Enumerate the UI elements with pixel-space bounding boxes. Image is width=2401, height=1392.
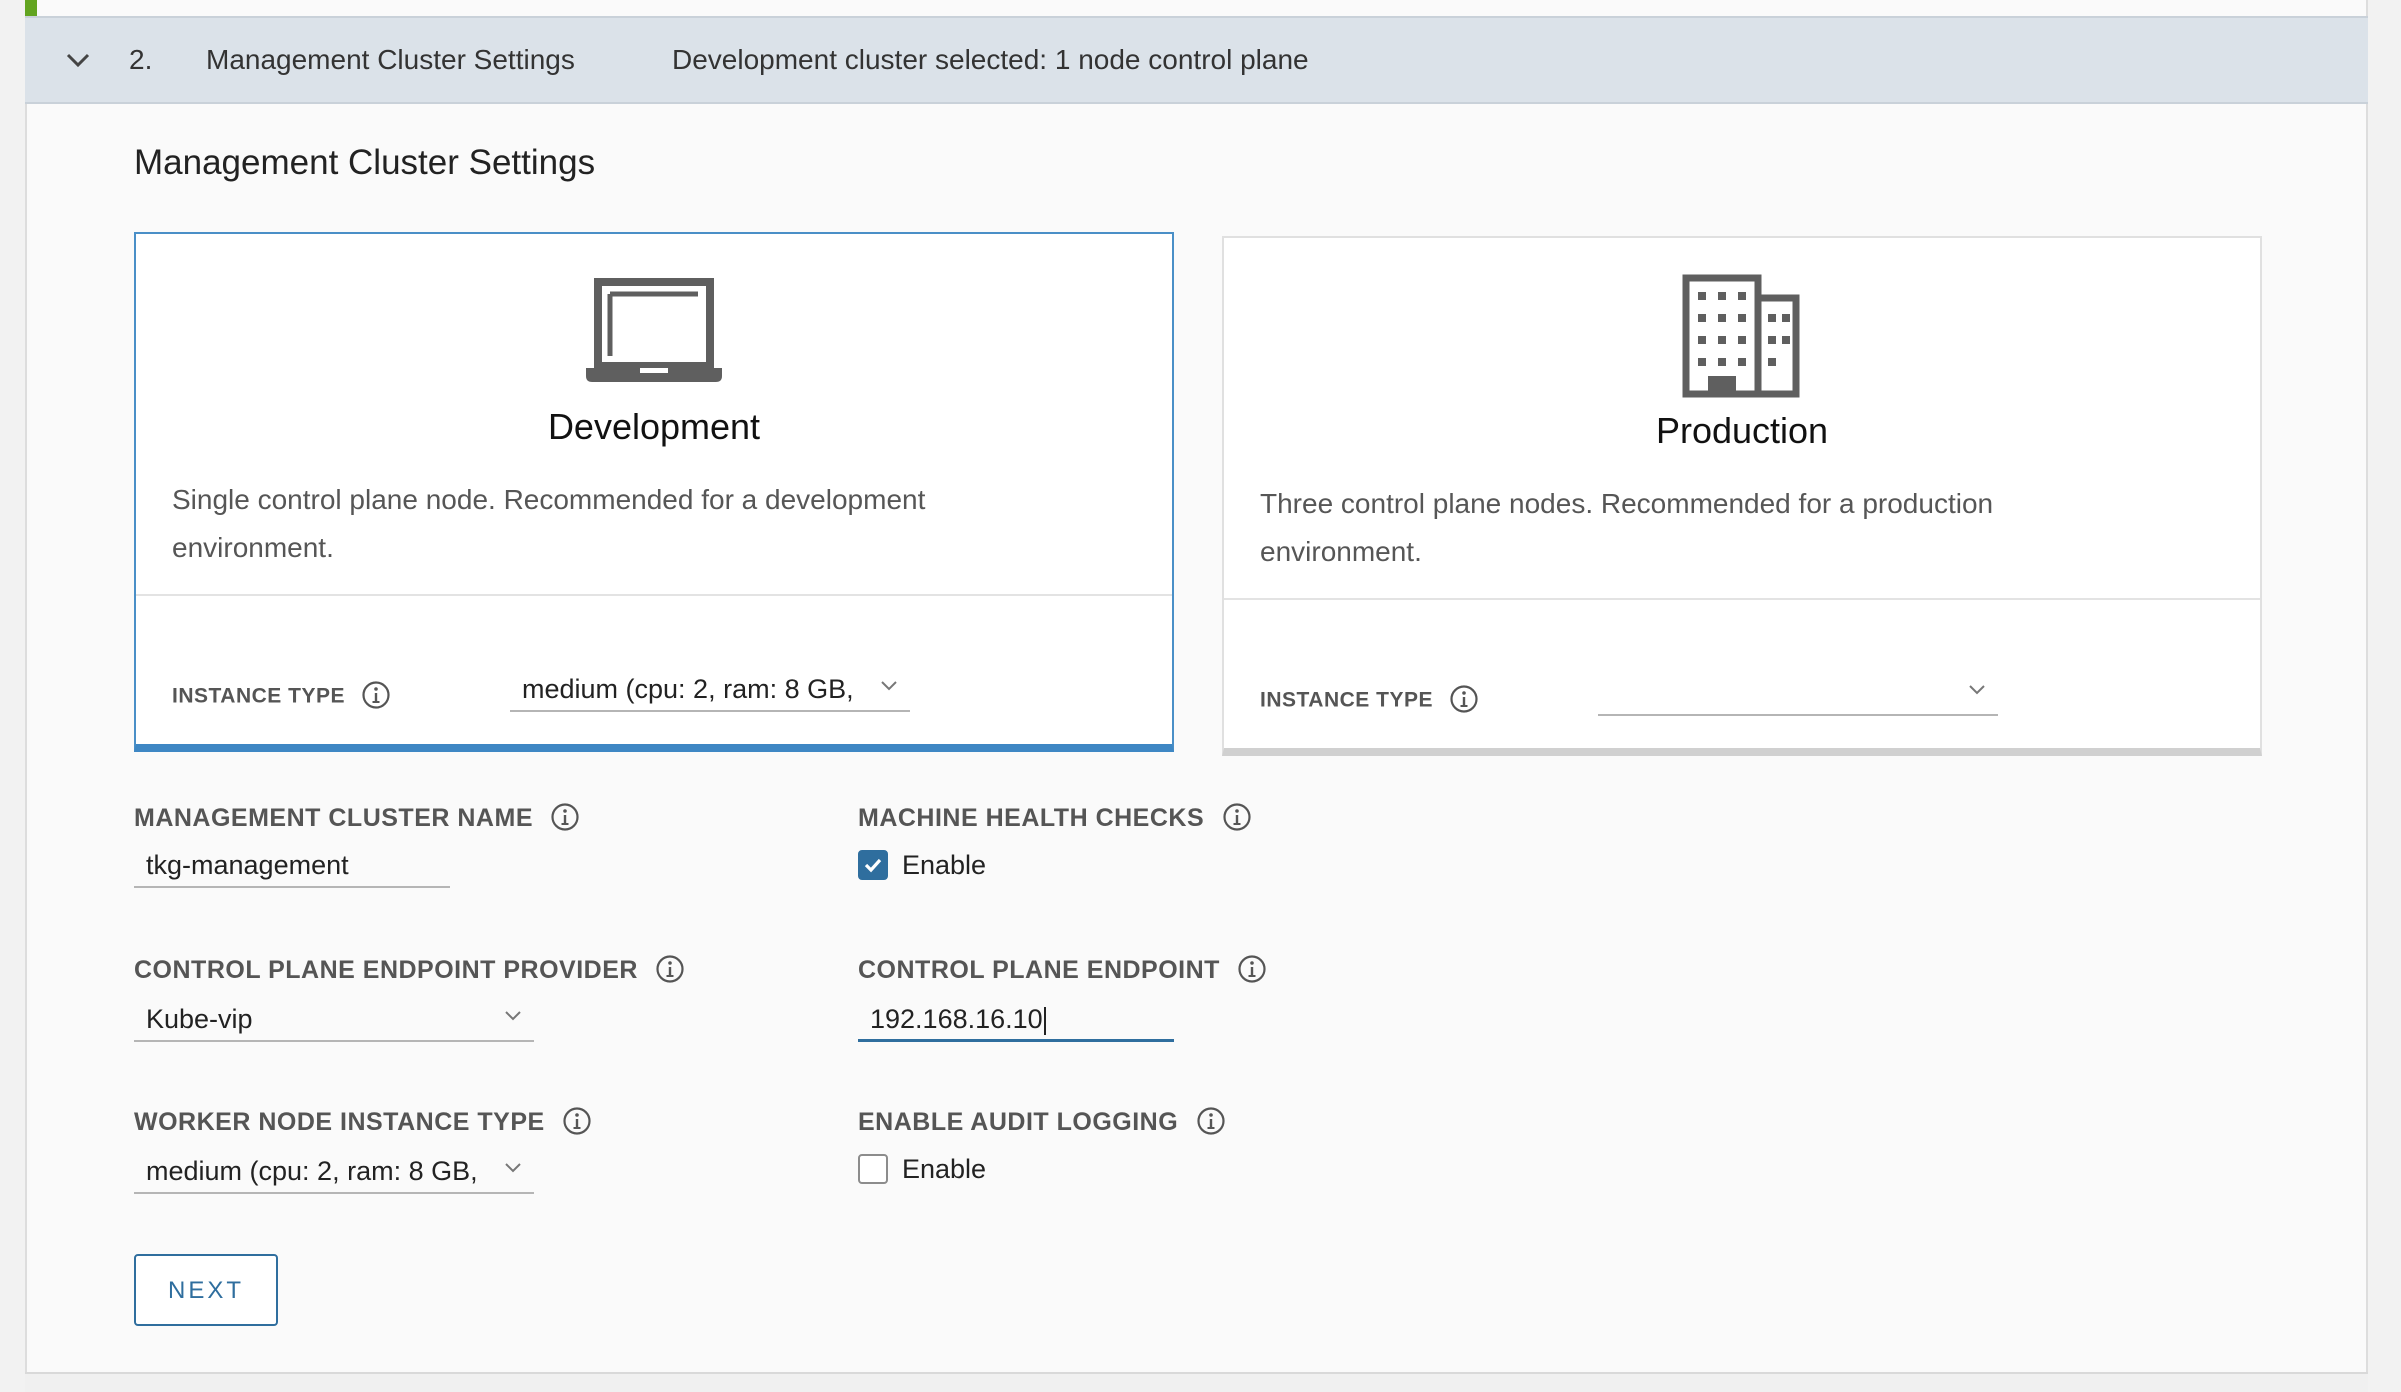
chevron-down-icon <box>881 681 897 691</box>
worker-instance-label: WORKER NODE INSTANCE TYPE <box>134 1106 592 1137</box>
instance-type-select[interactable]: medium (cpu: 2, ram: 8 GB, <box>510 670 910 712</box>
card-divider <box>136 594 1172 596</box>
card-divider <box>1224 598 2260 600</box>
instance-type-label: INSTANCE TYPE <box>172 681 391 710</box>
info-icon[interactable] <box>1222 802 1252 832</box>
audit-logging-checkbox[interactable] <box>858 1154 888 1184</box>
instance-type-select[interactable] <box>1598 674 1998 716</box>
chevron-down-icon <box>1969 685 1985 695</box>
cluster-name-input[interactable]: tkg-management <box>134 846 450 888</box>
info-icon[interactable] <box>655 954 685 984</box>
production-description: Three control plane nodes. Recommended f… <box>1260 488 1994 567</box>
status-indicator <box>25 0 37 16</box>
instance-type-label: INSTANCE TYPE <box>1260 685 1479 714</box>
next-step-header <box>25 1372 2368 1392</box>
machine-health-enable-label[interactable]: Enable <box>902 850 986 881</box>
building-icon <box>1682 274 1800 398</box>
machine-health-label: MACHINE HEALTH CHECKS <box>858 802 1252 833</box>
chevron-down-icon <box>505 1163 521 1173</box>
production-title: Production <box>1655 410 1829 451</box>
step-summary: Development cluster selected: 1 node con… <box>672 44 1309 75</box>
info-icon[interactable] <box>562 1106 592 1136</box>
next-button[interactable]: NEXT <box>134 1254 278 1326</box>
info-icon[interactable] <box>1237 954 1267 984</box>
audit-logging-label: ENABLE AUDIT LOGGING <box>858 1106 1226 1137</box>
audit-logging-enable-label[interactable]: Enable <box>902 1154 986 1185</box>
info-icon[interactable] <box>361 680 391 710</box>
machine-health-checkbox[interactable] <box>858 850 888 880</box>
info-icon[interactable] <box>1196 1106 1226 1136</box>
info-icon[interactable] <box>550 802 580 832</box>
chevron-down-icon[interactable] <box>66 52 90 68</box>
text-caret <box>1043 1006 1046 1035</box>
info-icon[interactable] <box>1449 684 1479 714</box>
development-title: Development <box>547 406 761 447</box>
step-title: Management Cluster Settings <box>206 44 575 75</box>
production-plan-card[interactable]: Production Three control plane nodes. Re… <box>1222 236 2262 756</box>
endpoint-provider-label: CONTROL PLANE ENDPOINT PROVIDER <box>134 954 685 985</box>
step-number: 2. <box>129 44 153 75</box>
endpoint-provider-select[interactable]: Kube-vip <box>134 1000 534 1042</box>
page-title: Management Cluster Settings <box>134 143 596 182</box>
laptop-icon <box>586 278 722 382</box>
worker-instance-select[interactable]: medium (cpu: 2, ram: 8 GB, <box>134 1152 534 1194</box>
development-plan-card[interactable]: Development Single control plane node. R… <box>134 232 1174 752</box>
endpoint-input[interactable]: 192.168.16.10 <box>858 1000 1174 1042</box>
cluster-name-label: MANAGEMENT CLUSTER NAME <box>134 802 580 833</box>
development-description: Single control plane node. Recommended f… <box>172 484 926 563</box>
chevron-down-icon <box>505 1011 521 1021</box>
endpoint-label: CONTROL PLANE ENDPOINT <box>858 954 1267 985</box>
endpoint-value: 192.168.16.10 <box>870 1004 1043 1034</box>
checkmark-icon <box>864 858 882 873</box>
